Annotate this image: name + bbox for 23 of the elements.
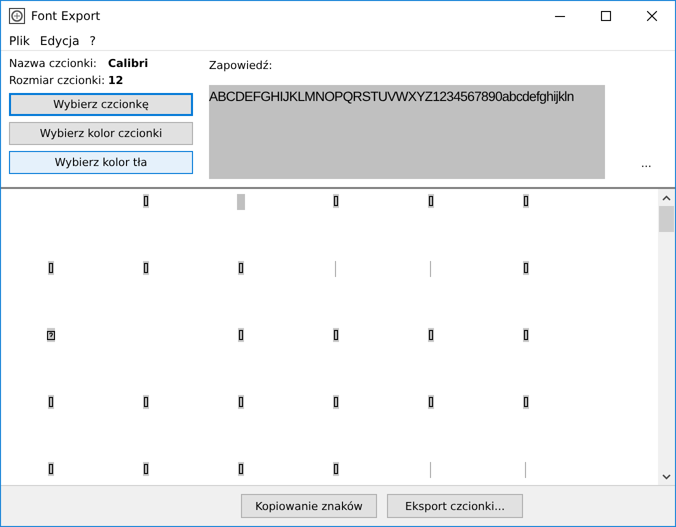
preview-text: ABCDEFGHIJKLMNOPQRSTUVWXYZ1234567890abcdefghijkln (209, 89, 574, 104)
maximize-icon[interactable] (601, 11, 611, 21)
field-label: Rozmiar czcionki: (9, 74, 106, 87)
menu-item[interactable]: Plik (9, 34, 30, 48)
menu-item[interactable]: Edycja (40, 34, 80, 48)
field-value: 12 (108, 74, 124, 87)
menu-item[interactable]: ? (89, 34, 96, 48)
field-label: Nazwa czcionki: (9, 57, 98, 70)
scroll-up-icon[interactable] (662, 194, 671, 200)
choose-button[interactable]: Wybierz czcionkę (9, 93, 193, 116)
app-icon (9, 8, 25, 24)
choose-button[interactable]: Wybierz kolor czcionki (9, 122, 193, 145)
window-title: Font Export (31, 9, 100, 23)
scrollbar[interactable] (658, 189, 675, 485)
close-icon[interactable] (647, 11, 657, 21)
more-button[interactable]: ... (641, 157, 652, 170)
choose-button[interactable]: Wybierz kolor tła (9, 151, 193, 174)
field-value: Calibri (108, 57, 150, 70)
scroll-thumb[interactable] (659, 206, 674, 232)
scroll-down-icon[interactable] (662, 474, 671, 480)
action-button[interactable]: Kopiowanie znaków (241, 494, 377, 518)
action-button[interactable]: Eksport czcionki... (387, 494, 523, 518)
preview-label: Zapowiedź: (209, 59, 274, 74)
